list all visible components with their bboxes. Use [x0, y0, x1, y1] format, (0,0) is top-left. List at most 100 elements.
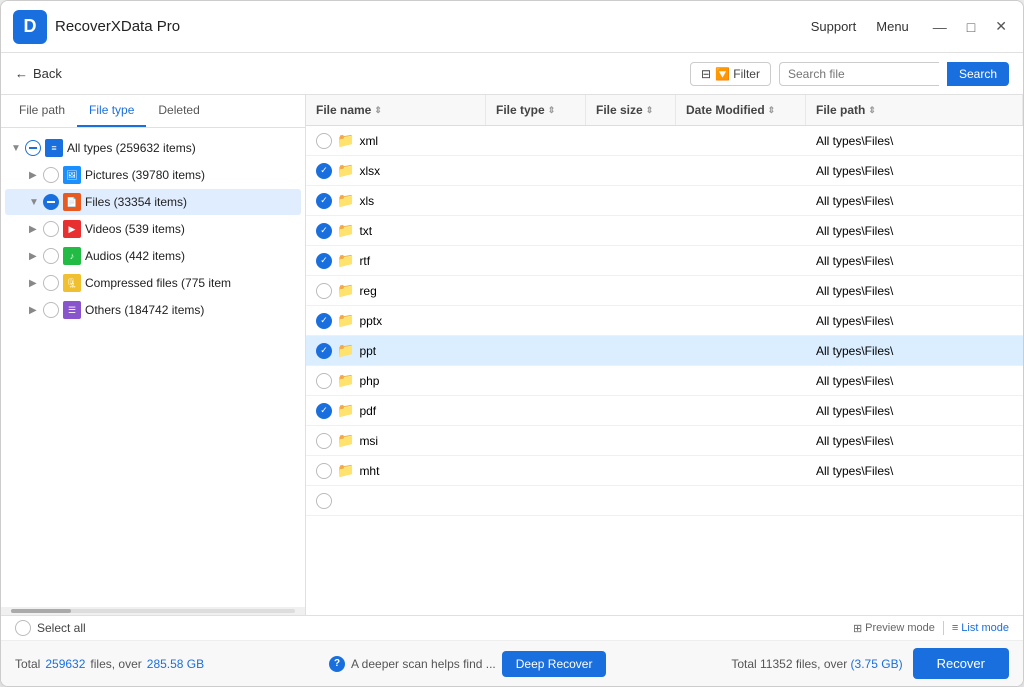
tree-item-others[interactable]: ▶ ☰ Others (184742 items) — [5, 297, 301, 323]
cell-path: All types\Files\ — [806, 340, 1023, 362]
filter-button[interactable]: ⊟ 🔽 Filter — [690, 62, 771, 86]
back-button[interactable]: ← Back — [15, 66, 62, 81]
file-icon-php: 📁 — [337, 372, 354, 389]
check-others[interactable] — [43, 302, 59, 318]
row-checkbox-xml[interactable] — [316, 133, 332, 149]
table-row[interactable]: ✓ 📁 pdf All types\Files\ — [306, 396, 1023, 426]
search-input[interactable] — [779, 62, 939, 86]
tree-item-files[interactable]: ▼ 📄 Files (33354 items) — [5, 189, 301, 215]
left-scrollbar[interactable] — [1, 607, 305, 615]
tree-item-compressed[interactable]: ▶ 🗜 Compressed files (775 item — [5, 270, 301, 296]
cell-path: All types\Files\ — [806, 160, 1023, 182]
row-checkbox-ppt[interactable]: ✓ — [316, 343, 332, 359]
total-right-text: Total 11352 files, over (3.75 GB) — [731, 657, 902, 671]
row-checkbox-xlsx[interactable]: ✓ — [316, 163, 332, 179]
check-videos[interactable] — [43, 221, 59, 237]
cell-path: All types\Files\ — [806, 370, 1023, 392]
minimize-button[interactable]: — — [929, 17, 951, 37]
tab-deleted[interactable]: Deleted — [146, 95, 211, 127]
row-checkbox-php[interactable] — [316, 373, 332, 389]
videos-icon: ▶ — [63, 220, 81, 238]
cell-size — [586, 377, 676, 385]
check-audios[interactable] — [43, 248, 59, 264]
search-button[interactable]: Search — [947, 62, 1009, 86]
file-icon-msi: 📁 — [337, 432, 354, 449]
cell-date — [676, 257, 806, 265]
cell-type — [486, 437, 586, 445]
tab-file-path[interactable]: File path — [7, 95, 77, 127]
cell-size — [586, 167, 676, 175]
cell-size — [586, 287, 676, 295]
select-all-area[interactable]: Select all — [15, 620, 837, 636]
row-checkbox-rtf[interactable]: ✓ — [316, 253, 332, 269]
cell-name: 📁 php — [306, 368, 486, 393]
tree-item-pictures[interactable]: ▶ 🖼 Pictures (39780 items) — [5, 162, 301, 188]
table-row[interactable]: ✓ 📁 xlsx All types\Files\ — [306, 156, 1023, 186]
cell-path: All types\Files\ — [806, 400, 1023, 422]
row-checkbox-txt[interactable]: ✓ — [316, 223, 332, 239]
table-row[interactable]: 📁 mht All types\Files\ — [306, 456, 1023, 486]
cell-type — [486, 287, 586, 295]
row-checkbox-pptx[interactable]: ✓ — [316, 313, 332, 329]
table-row[interactable]: 📁 php All types\Files\ — [306, 366, 1023, 396]
check-all[interactable] — [25, 140, 41, 156]
left-panel: File path File type Deleted ▼ ≡ All type… — [1, 95, 306, 615]
row-checkbox-pdf[interactable]: ✓ — [316, 403, 332, 419]
check-compressed[interactable] — [43, 275, 59, 291]
maximize-button[interactable]: □ — [963, 17, 979, 37]
cell-date — [676, 317, 806, 325]
tree-label-audios: Audios (442 items) — [85, 249, 293, 263]
check-pictures[interactable] — [43, 167, 59, 183]
app-logo: D — [13, 10, 47, 44]
tree-item-videos[interactable]: ▶ ▶ Videos (539 items) — [5, 216, 301, 242]
table-row[interactable]: ✓ 📁 xls All types\Files\ — [306, 186, 1023, 216]
cell-name: ✓ 📁 xlsx — [306, 158, 486, 183]
toolbar-right: ⊟ 🔽 Filter Search — [690, 62, 1009, 86]
col-header-size[interactable]: File size ⇕ — [586, 95, 676, 125]
table-row-selected[interactable]: ✓ 📁 ppt All types\Files\ — [306, 336, 1023, 366]
table-row[interactable]: ✓ 📁 txt All types\Files\ — [306, 216, 1023, 246]
list-mode-button[interactable]: ≡ List mode — [952, 622, 1009, 634]
close-button[interactable]: ✕ — [991, 16, 1011, 37]
table-row[interactable]: 📁 xml All types\Files\ — [306, 126, 1023, 156]
cell-date — [676, 377, 806, 385]
select-all-checkbox[interactable] — [15, 620, 31, 636]
preview-mode-icon: ⊞ — [853, 622, 862, 635]
support-menu-item[interactable]: Support — [811, 19, 857, 34]
row-checkbox-msi[interactable] — [316, 433, 332, 449]
right-panel: File name ⇕ File type ⇕ File size ⇕ Date… — [306, 95, 1023, 615]
row-checkbox-reg[interactable] — [316, 283, 332, 299]
table-row[interactable]: 📁 reg All types\Files\ — [306, 276, 1023, 306]
tree-arrow-compressed: ▶ — [29, 278, 43, 289]
recover-button[interactable]: Recover — [913, 648, 1009, 679]
table-row[interactable]: 📁 msi All types\Files\ — [306, 426, 1023, 456]
col-header-name[interactable]: File name ⇕ — [306, 95, 486, 125]
deep-recover-button[interactable]: Deep Recover — [502, 651, 607, 677]
cell-date — [676, 197, 806, 205]
row-checkbox-xls[interactable]: ✓ — [316, 193, 332, 209]
cell-name: 📁 mht — [306, 458, 486, 483]
table-row[interactable] — [306, 486, 1023, 516]
minus-icon — [29, 147, 37, 149]
tree-arrow-all: ▼ — [11, 143, 25, 154]
title-bar: D RecoverXData Pro Support Menu — □ ✕ — [1, 1, 1023, 53]
table-row[interactable]: ✓ 📁 pptx All types\Files\ — [306, 306, 1023, 336]
tree-item-all-types[interactable]: ▼ ≡ All types (259632 items) — [5, 135, 301, 161]
status-center: ? A deeper scan helps find ... Deep Reco… — [329, 651, 606, 677]
col-header-date[interactable]: Date Modified ⇕ — [676, 95, 806, 125]
cell-size — [586, 197, 676, 205]
row-checkbox-mht[interactable] — [316, 463, 332, 479]
status-right: Total 11352 files, over (3.75 GB) Recove… — [731, 648, 1009, 679]
tab-file-type[interactable]: File type — [77, 95, 146, 127]
col-header-path[interactable]: File path ⇕ — [806, 95, 1023, 125]
check-files[interactable] — [43, 194, 59, 210]
row-checkbox-partial[interactable] — [316, 493, 332, 509]
menu-menu-item[interactable]: Menu — [876, 19, 909, 34]
table-row[interactable]: ✓ 📁 rtf All types\Files\ — [306, 246, 1023, 276]
tree-item-audios[interactable]: ▶ ♪ Audios (442 items) — [5, 243, 301, 269]
preview-mode-button[interactable]: ⊞ Preview mode — [853, 622, 935, 635]
filter-icon: ⊟ — [701, 67, 711, 81]
col-header-type[interactable]: File type ⇕ — [486, 95, 586, 125]
sort-icon-size: ⇕ — [646, 105, 654, 116]
cell-date — [676, 437, 806, 445]
